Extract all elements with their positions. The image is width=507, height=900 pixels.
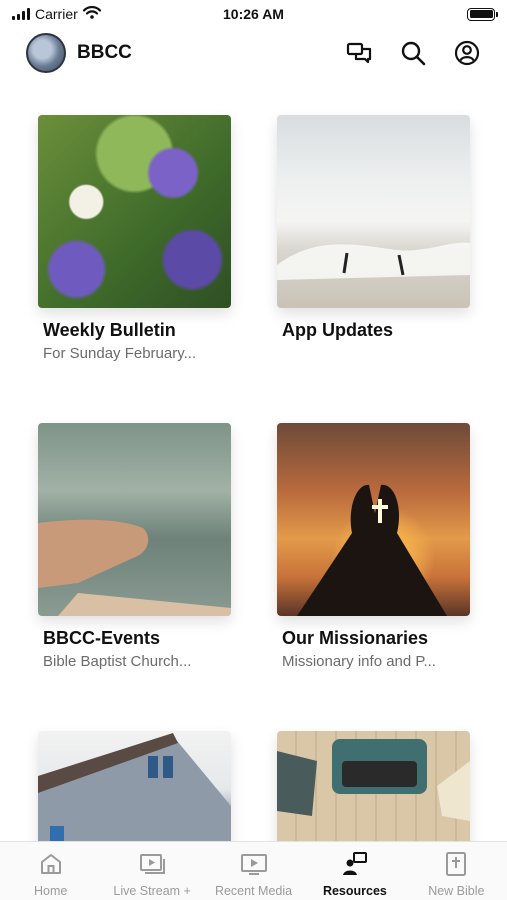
chat-icon[interactable] [345,39,373,67]
tab-home[interactable]: Home [0,842,101,900]
card-subtitle: Missionary info and P... [282,653,436,670]
card-thumbnail-beach-surfers [277,115,470,308]
card-title: Our Missionaries [282,628,429,648]
card-thumbnail-cross-sunset [277,423,470,616]
carrier-label: Carrier [35,6,78,22]
card-subtitle: Bible Baptist Church... [43,653,192,670]
tab-label: New Bible [428,884,485,898]
resources-icon [341,850,369,878]
resource-card-bbcc-events[interactable]: BBCC-Events Bible Baptist Church... [38,423,231,670]
app-title: BBCC [77,42,132,63]
status-bar: Carrier 10:26 AM [0,0,507,28]
search-icon[interactable] [399,39,427,67]
tab-label: Resources [322,884,387,898]
card-subtitle: For Sunday February... [43,345,197,362]
tab-label: Home [34,884,68,898]
live-stream-icon [138,850,166,878]
resource-card-our-missionaries[interactable]: Our Missionaries Missionary info and P..… [277,423,470,670]
bottom-tab-bar: Home Live Stream + Recent Media Resource… [0,841,507,900]
card-thumbnail-flowers [38,115,231,308]
card-title: BBCC-Events [43,628,161,648]
tab-live-stream[interactable]: Live Stream + [101,842,202,900]
tab-recent-media[interactable]: Recent Media [203,842,304,900]
tab-label: Recent Media [214,884,293,898]
home-icon [37,850,65,878]
church-logo-avatar[interactable] [26,33,66,73]
battery-icon [467,7,498,21]
resource-card-weekly-bulletin[interactable]: Weekly Bulletin For Sunday February... [38,115,231,362]
account-icon[interactable] [453,39,481,67]
card-title: Weekly Bulletin [43,320,176,340]
app-header: BBCC [0,30,507,76]
media-play-icon [240,850,268,878]
tab-resources[interactable]: Resources [304,842,405,900]
card-thumbnail-praying-hands [38,423,231,616]
status-time: 10:26 AM [223,6,284,22]
tab-label: Live Stream + [113,884,191,898]
wifi-icon [82,6,101,22]
bible-icon [442,850,470,878]
tab-new-bible[interactable]: New Bible [406,842,507,900]
card-title: App Updates [282,320,394,340]
resource-card-app-updates[interactable]: App Updates [277,115,470,345]
signal-icon [12,8,30,20]
